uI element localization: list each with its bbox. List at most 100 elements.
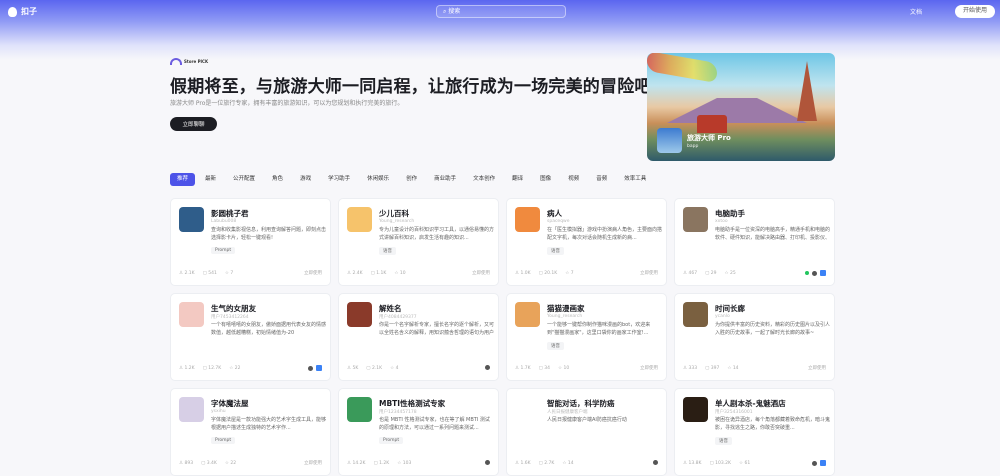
bot-card[interactable]: MBTI性格测试专家 用户1234457178 也是 MBTI 性格测试专家，也…	[338, 388, 499, 476]
use-now-link[interactable]: 立即使用	[304, 460, 322, 466]
bot-card[interactable]: 猫猫漫画家 Young_research 一个能够一键帮你制作猫咪漫画的bot，…	[506, 293, 667, 381]
start-button[interactable]: 开始使用	[955, 5, 995, 18]
bot-title: 解姓名	[379, 304, 402, 313]
chats-stat: ▢ 1.2K	[373, 461, 390, 466]
tab-4[interactable]: 游戏	[293, 173, 318, 186]
use-now-link[interactable]: 立即使用	[808, 365, 826, 371]
chats-count: 1.2K	[379, 461, 390, 466]
users-count: 2.4K	[352, 271, 363, 276]
bot-avatar	[515, 207, 540, 232]
likes-count: 10	[563, 366, 570, 371]
bot-stats: ♙ 1.6K ▢ 2.7K ☆ 14	[515, 461, 574, 466]
tab-7[interactable]: 创作	[399, 173, 424, 186]
likes-stat: ☆ 25	[724, 271, 736, 276]
store-pick-badge: Store PICK	[170, 58, 208, 65]
chats-count: 397	[710, 366, 720, 371]
chats-stat: ▢ 3.4K	[201, 461, 217, 466]
bot-card[interactable]: 字体魔法屋 ysxihu 字体魔法屋是一款功能强大的艺术字生成工具，能够根据用户…	[170, 388, 331, 476]
tab-9[interactable]: 文本创作	[466, 173, 502, 186]
logo-text: 扣子	[21, 7, 37, 16]
bot-author: ysxihu	[211, 409, 226, 414]
hero-chat-button[interactable]: 立即聊聊	[170, 117, 217, 131]
users-count: 1.6K	[520, 461, 531, 466]
tower-art	[797, 61, 817, 121]
bot-stats: ♙ 14.2K ▢ 1.2K ☆ 103	[347, 461, 411, 466]
chats-stat: ▢ 20.1K	[538, 271, 558, 276]
logo[interactable]: 扣子	[8, 6, 37, 17]
bot-card[interactable]: 生气的女朋友 用户7453412264 一个有嘻嘻嘻的女朋友，傲娇面据用代表女友…	[170, 293, 331, 381]
tab-10[interactable]: 翻译	[505, 173, 530, 186]
search-input[interactable]: ⌕ 搜索	[436, 5, 566, 18]
bot-stats: ♙ 1.0K ▢ 20.1K ☆ 7	[515, 271, 574, 276]
tab-0[interactable]: 推荐	[170, 173, 196, 186]
tab-13[interactable]: 音频	[589, 173, 614, 186]
bot-card[interactable]: 时间长廊 ycanlo 为你提供丰富的历史资料，精彩的历史图片以及引人入胜的历史…	[674, 293, 835, 381]
bot-description: 查询和收集影视信息，利用查询解答问题，即刻点击选择影卡片，轻松一键观看!	[211, 227, 326, 241]
bot-tag: Prompt	[211, 247, 236, 254]
bot-stats: ♙ 467 ▢ 29 ☆ 25	[683, 271, 736, 276]
chats-count: 1.1K	[376, 271, 387, 276]
bot-card[interactable]: 少儿百科 Young_research 专为儿童设计的百科知识学习工具，以通俗易…	[338, 198, 499, 286]
users-count: 467	[688, 271, 698, 276]
bot-card[interactable]: 解姓名 用户4084429377 你是一个名字解析专家，擅长名字的逐个解析，又可…	[338, 293, 499, 381]
bot-stats: ♙ 1.7K ▢ 34 ☆ 10	[515, 366, 569, 371]
tab-2[interactable]: 公开配置	[226, 173, 262, 186]
use-now-link[interactable]: 立即使用	[640, 365, 658, 371]
creator-avatar	[812, 270, 817, 276]
tab-1[interactable]: 最新	[198, 173, 223, 186]
status-dot-icon	[805, 271, 809, 275]
bot-card[interactable]: 病人 spaceqwe 在「医生模拟器」游戏中扮演病人角色，主要面向搭配文字机，…	[506, 198, 667, 286]
likes-stat: ☆ 61	[738, 461, 751, 466]
bot-stats: ♙ 2.1K ▢ 541 ☆ 7	[179, 271, 233, 276]
docs-link[interactable]: 文档	[910, 7, 922, 16]
bot-description: 字体魔法屋是一款功能强大的艺术字生成工具，能够根据用户描述生成独特的艺术字作..…	[211, 417, 326, 431]
likes-count: 10	[399, 271, 406, 276]
likes-count: 61	[744, 461, 751, 466]
bot-card[interactable]: 电脑助手 xxtoo 电脑助手是一位资深的电脑高手，精通手机和电脑的软件、硬件知…	[674, 198, 835, 286]
bot-title: 猫猫漫画家	[547, 304, 585, 313]
likes-count: 22	[234, 366, 241, 371]
bot-title: 单人剧本杀-鬼魅酒店	[715, 399, 786, 408]
tab-11[interactable]: 图像	[533, 173, 558, 186]
tab-6[interactable]: 休闲娱乐	[360, 173, 396, 186]
users-count: 14.2K	[352, 461, 366, 466]
bot-description: 也是 MBTI 性格测试专家，也在等了解 MBTI 测试的原理和方法，可以通过一…	[379, 417, 490, 431]
bot-author: spaceqwe	[547, 219, 570, 224]
top-nav: 扣子 ⌕ 搜索 文档 开始使用	[0, 0, 1000, 24]
users-stat: ♙ 1.7K	[515, 366, 531, 371]
bot-title: 电脑助手	[715, 209, 745, 218]
bot-stats: ♙ 5K ▢ 2.1K ☆ 4	[347, 366, 398, 371]
users-stat: ♙ 13.8K	[683, 461, 702, 466]
tab-5[interactable]: 学习助手	[321, 173, 357, 186]
chats-count: 2.7K	[544, 461, 555, 466]
tab-8[interactable]: 商业助手	[427, 173, 463, 186]
users-stat: ♙ 467	[683, 271, 698, 276]
users-stat: ♙ 893	[179, 461, 194, 466]
tab-12[interactable]: 视频	[561, 173, 586, 186]
bot-footer	[805, 270, 826, 276]
bot-card[interactable]: 单人剧本杀-鬼魅酒店 用户3254316001 被困在诡异酒店，每个角落都藏着致…	[674, 388, 835, 476]
use-now-link[interactable]: 立即使用	[472, 270, 490, 276]
hero-title: 假期将至，与旅游大师一同启程，让旅行成为一场完美的冒险吧！	[170, 77, 669, 97]
hero-banner[interactable]: 旅游大师 Pro bapp	[647, 53, 835, 161]
use-now-link[interactable]: 立即使用	[304, 270, 322, 276]
bot-tag: Prompt	[211, 437, 236, 444]
bot-avatar	[657, 128, 682, 153]
chats-stat: ▢ 541	[202, 271, 217, 276]
chats-count: 12.7K	[208, 366, 222, 371]
users-count: 2.1K	[184, 271, 195, 276]
bot-card[interactable]: 智能对话，科学防癌 人民日报健康客户端 人民日报健康客户端AI防癌抗癌行动 ♙ …	[506, 388, 667, 476]
users-stat: ♙ 333	[683, 366, 698, 371]
users-stat: ♙ 1.2K	[179, 366, 195, 371]
bot-card[interactable]: 影圆桃子君 Labubu008 查询和收集影视信息，利用查询解答问题，即刻点击选…	[170, 198, 331, 286]
users-stat: ♙ 2.1K	[179, 271, 195, 276]
users-count: 13.8K	[688, 461, 702, 466]
chats-stat: ▢ 1.1K	[370, 271, 387, 276]
creator-avatar	[812, 460, 817, 466]
tab-3[interactable]: 角色	[265, 173, 290, 186]
users-count: 333	[688, 366, 698, 371]
use-now-link[interactable]: 立即使用	[640, 270, 658, 276]
likes-count: 14	[732, 366, 739, 371]
bot-author: ycanlo	[715, 314, 730, 319]
tab-14[interactable]: 效率工具	[617, 173, 653, 186]
